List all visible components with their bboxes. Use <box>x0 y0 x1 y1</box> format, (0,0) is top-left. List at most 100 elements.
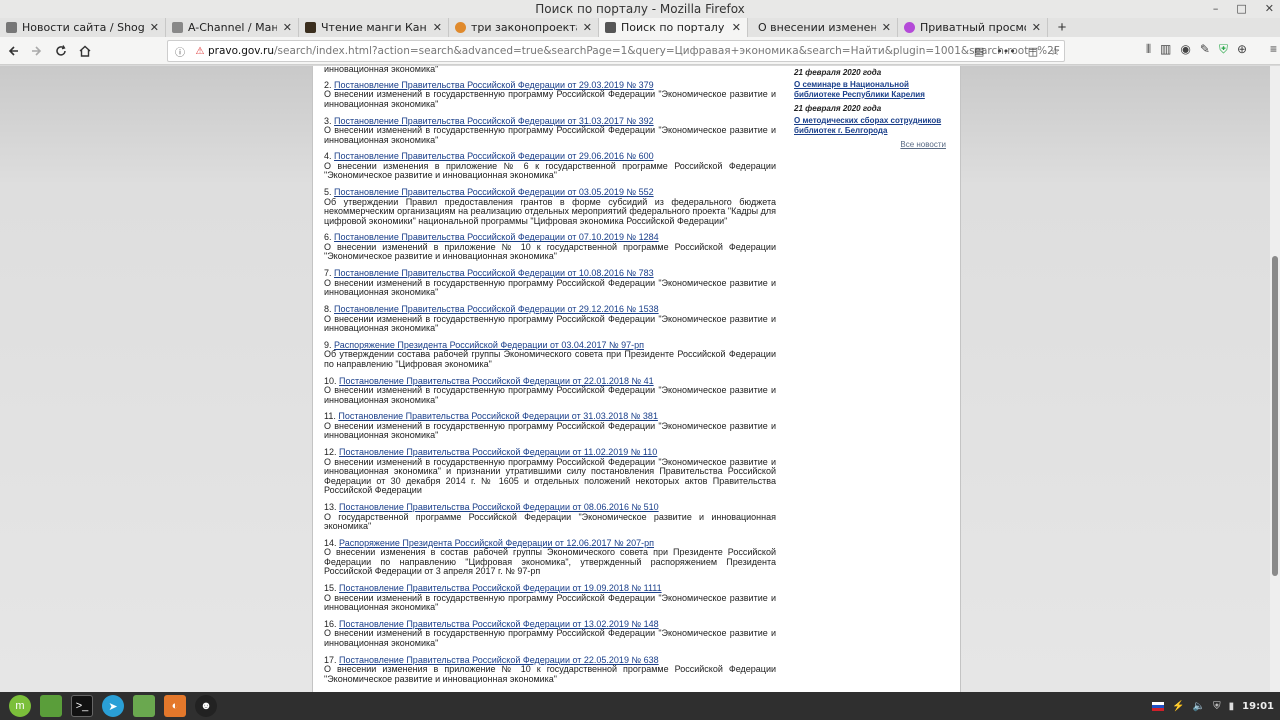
result-description: О внесении изменений в государственную п… <box>324 592 776 613</box>
close-tab-icon[interactable]: ✕ <box>283 21 292 34</box>
result-link[interactable]: Постановление Правительства Российской Ф… <box>334 187 654 197</box>
result-number: 9. <box>324 339 332 350</box>
result-description: О внесении изменений в государственную п… <box>324 89 776 109</box>
telegram-icon[interactable]: ➤ <box>102 695 124 717</box>
app-icon[interactable]: ☻ <box>195 695 217 717</box>
close-tab-icon[interactable]: ✕ <box>150 21 159 34</box>
private-browsing-icon <box>904 22 915 33</box>
result-item: 14. Распоряжение Президента Российской Ф… <box>324 538 776 577</box>
home-button[interactable] <box>74 40 96 62</box>
result-link[interactable]: Постановление Правительства Российской Ф… <box>339 583 662 593</box>
reload-button[interactable] <box>50 40 72 62</box>
globe-icon[interactable]: ⊕ <box>1237 42 1247 57</box>
toolbar-icons: ⫴ ▥ ◉ ✎ ⛨ ⊕ ≡ <box>1146 42 1277 57</box>
files-icon[interactable] <box>133 695 155 717</box>
mint-menu-icon[interactable]: m <box>9 695 31 717</box>
insecure-lock-icon[interactable]: ⚠ <box>192 46 208 57</box>
urlbar-actions: ▤ ••• ◫ ☆ <box>974 41 1060 61</box>
tab[interactable]: три законопроекта, котор ✕ <box>449 18 599 37</box>
close-tab-icon[interactable]: ✕ <box>583 21 592 34</box>
close-tab-icon[interactable]: ✕ <box>1032 21 1041 34</box>
maximize-button[interactable]: □ <box>1236 0 1246 18</box>
sidebar-icon[interactable]: ▥ <box>1160 42 1171 57</box>
all-news-link[interactable]: Все новости <box>794 140 946 149</box>
forward-button[interactable] <box>26 40 48 62</box>
result-link[interactable]: Постановление Правительства Российской Ф… <box>338 411 658 422</box>
result-description: Об утверждении состава рабочей группы Эк… <box>324 349 776 369</box>
close-window-button[interactable]: ✕ <box>1265 0 1274 18</box>
result-description: О внесении изменений в государственную п… <box>324 125 776 145</box>
home-icon <box>79 45 91 57</box>
result-item: 12. Постановление Правительства Российск… <box>324 448 776 496</box>
result-item: 3. Постановление Правительства Российско… <box>324 116 776 146</box>
show-desktop-icon[interactable] <box>40 695 62 717</box>
result-link[interactable]: Постановление Правительства Российской Ф… <box>334 151 654 162</box>
news-link[interactable]: О семинаре в Национальной библиотеке Рес… <box>794 80 946 99</box>
minimize-button[interactable]: – <box>1213 0 1219 18</box>
battery-icon[interactable]: ▮ <box>1229 701 1235 712</box>
news-link[interactable]: О методических сборах сотрудников библио… <box>794 116 946 135</box>
account-icon[interactable]: ◉ <box>1180 42 1190 57</box>
library-icon[interactable]: ⫴ <box>1146 42 1151 57</box>
result-item: 15. Постановление Правительства Российск… <box>324 583 776 613</box>
result-description: О внесении изменений в государственную п… <box>324 277 776 298</box>
result-link[interactable]: Распоряжение Президента Российской Федер… <box>339 538 654 548</box>
result-link[interactable]: Постановление Правительства Российской Ф… <box>339 376 654 386</box>
address-bar[interactable]: ⓘ ⚠ pravo.gov.ru /search/index.html?acti… <box>167 40 1065 62</box>
result-item: 13. Постановление Правительства Российск… <box>324 502 776 532</box>
tab[interactable]: Приватный просмотр ✕ <box>898 18 1048 37</box>
result-item: 11. Постановление Правительства Российск… <box>324 412 776 441</box>
result-link[interactable]: Постановление Правительства Российской Ф… <box>334 268 654 279</box>
result-description: О государственной программе Российской Ф… <box>324 511 776 532</box>
scrollbar-thumb[interactable] <box>1272 256 1278 576</box>
result-link[interactable]: Постановление Правительства Российской Ф… <box>339 447 657 458</box>
extension-icon[interactable]: ✎ <box>1200 42 1210 57</box>
result-link[interactable]: Постановление Правительства Российской Ф… <box>334 116 654 126</box>
reader-view-icon[interactable]: ▤ <box>974 45 984 58</box>
page-scrollbar[interactable] <box>1270 66 1280 692</box>
result-link[interactable]: Распоряжение Президента Российской Федер… <box>334 340 644 350</box>
result-item: 7. Постановление Правительства Российско… <box>324 269 776 298</box>
url-domain: pravo.gov.ru <box>208 45 275 57</box>
menu-icon[interactable]: ≡ <box>1270 42 1277 57</box>
bookmark-star-icon[interactable]: ☆ <box>1050 45 1060 58</box>
result-item: 10. Постановление Правительства Российск… <box>324 376 776 406</box>
result-number: 15. <box>324 583 337 594</box>
result-link[interactable]: Постановление Правительства Российской Ф… <box>339 502 659 512</box>
info-icon[interactable]: ⓘ <box>172 44 188 59</box>
result-link[interactable]: Постановление Правительства Российской Ф… <box>334 80 654 90</box>
result-link[interactable]: Постановление Правительства Российской Ф… <box>334 304 659 314</box>
page-viewport: инновационная экономика" 2. Постановлени… <box>0 66 1280 692</box>
result-item: 8. Постановление Правительства Российско… <box>324 304 776 334</box>
network-icon[interactable]: ⚡ <box>1172 701 1184 712</box>
page-actions-icon[interactable]: ••• <box>996 45 1015 58</box>
result-description: О внесении изменения в состав рабочей гр… <box>324 547 776 577</box>
result-link[interactable]: Постановление Правительства Российской Ф… <box>334 232 659 243</box>
result-number: 11. <box>324 411 336 422</box>
back-button[interactable] <box>2 40 24 62</box>
shield-icon[interactable]: ⛨ <box>1219 42 1228 57</box>
favicon-icon <box>605 22 616 33</box>
tab[interactable]: О внесении изменений в гос ✕ <box>748 18 898 37</box>
result-link[interactable]: Постановление Правительства Российской Ф… <box>339 655 659 665</box>
shield-tray-icon[interactable]: ⛨ <box>1213 701 1221 712</box>
tab-active[interactable]: Поиск по порталу ✕ <box>599 18 748 37</box>
new-tab-button[interactable]: + <box>1048 18 1076 37</box>
keyboard-layout-icon[interactable] <box>1152 701 1165 711</box>
volume-icon[interactable]: 🔈 <box>1193 701 1205 712</box>
firefox-icon[interactable]: ◐ <box>164 695 186 717</box>
close-tab-icon[interactable]: ✕ <box>732 21 741 34</box>
result-link[interactable]: Постановление Правительства Российской Ф… <box>339 619 659 629</box>
result-number: 7. <box>324 268 332 279</box>
clock[interactable]: 19:01 <box>1242 701 1274 712</box>
pocket-icon[interactable]: ◫ <box>1028 45 1038 58</box>
terminal-icon[interactable]: >_ <box>71 695 93 717</box>
tab-title: Чтение манги Канал А 3 - <box>321 21 427 34</box>
result-number: 2. <box>324 79 332 90</box>
close-tab-icon[interactable]: ✕ <box>882 21 891 34</box>
tab-title: A-Channel / Манга <box>188 21 277 34</box>
tab[interactable]: A-Channel / Манга ✕ <box>166 18 299 37</box>
close-tab-icon[interactable]: ✕ <box>433 21 442 34</box>
tab[interactable]: Чтение манги Канал А 3 - ✕ <box>299 18 449 37</box>
tab[interactable]: Новости сайта / Shogun_o ✕ <box>0 18 166 37</box>
